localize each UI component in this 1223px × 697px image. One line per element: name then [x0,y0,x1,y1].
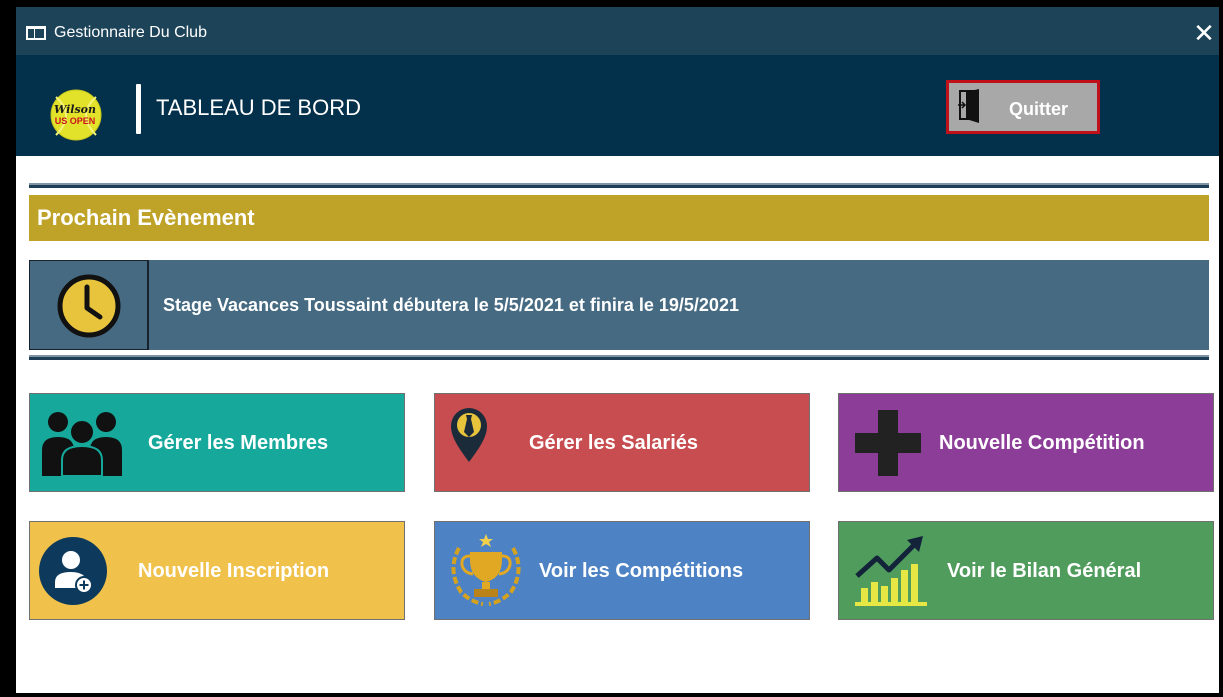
view-general-report-label: Voir le Bilan Général [947,560,1142,582]
add-user-icon [39,537,107,605]
wilson-us-open-logo: Wilson US OPEN [50,89,102,141]
quit-label: Quitter [1009,99,1069,119]
next-event-text: Stage Vacances Toussaint débutera le 5/5… [163,295,739,315]
logo-wilson-text: Wilson [54,103,96,116]
trophy-icon [451,534,521,606]
manage-employees-tile[interactable]: Gérer les Salariés [434,393,810,492]
growth-chart-icon [855,536,927,606]
plus-icon [855,410,921,476]
clock-icon [57,274,121,338]
next-event-title: Prochain Evènement [37,205,255,230]
app-window: Gestionnaire Du Club ✕ Wilson US OPEN TA… [0,0,1223,697]
next-event-header: Prochain Evènement [29,195,1209,241]
top-divider [29,183,1209,188]
logo-usopen-text: US OPEN [55,116,96,126]
manage-members-tile[interactable]: Gérer les Membres [29,393,405,492]
employee-pin-icon [451,408,487,462]
exit-door-icon [958,89,979,123]
view-competitions-tile[interactable]: Voir les Compétitions [434,521,810,620]
new-registration-label: Nouvelle Inscription [138,560,330,582]
new-competition-label: Nouvelle Compétition [939,432,1145,454]
quit-button[interactable]: Quitter [946,80,1100,134]
users-icon [42,412,122,476]
app-window-icon [26,26,46,40]
view-competitions-label: Voir les Compétitions [539,560,744,582]
clock-box [29,260,149,350]
next-event-row: Stage Vacances Toussaint débutera le 5/5… [29,260,1209,350]
app-header: Wilson US OPEN TABLEAU DE BORD Quitter [16,55,1219,156]
bottom-divider [29,355,1209,360]
window-title: Gestionnaire Du Club [54,24,207,41]
new-registration-tile[interactable]: Nouvelle Inscription [29,521,405,620]
manage-members-label: Gérer les Membres [148,432,329,454]
new-competition-tile[interactable]: Nouvelle Compétition [838,393,1214,492]
manage-employees-label: Gérer les Salariés [529,432,699,454]
view-general-report-tile[interactable]: Voir le Bilan Général [838,521,1214,620]
title-bar[interactable]: Gestionnaire Du Club ✕ [16,7,1219,55]
page-title: TABLEAU DE BORD [156,95,361,120]
header-separator [136,84,141,134]
close-window-button[interactable]: ✕ [1189,15,1219,51]
